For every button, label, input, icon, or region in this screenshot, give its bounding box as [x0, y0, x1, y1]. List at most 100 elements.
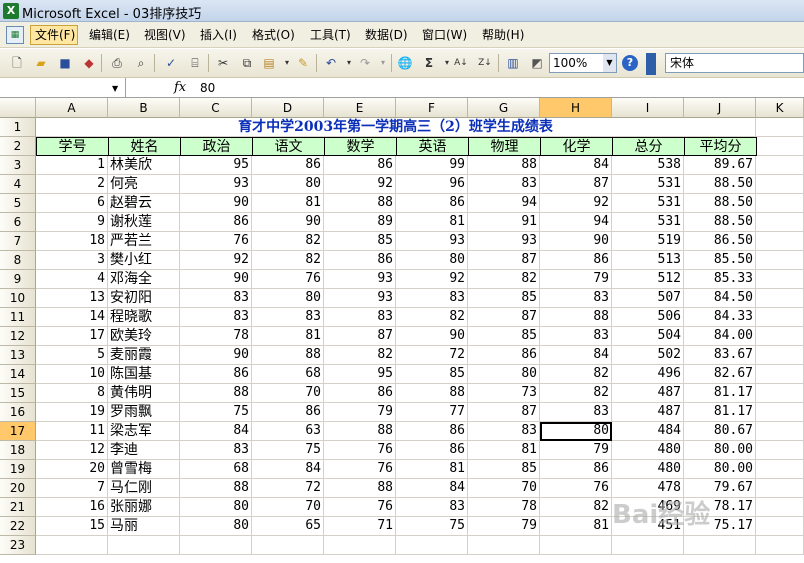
name-cell[interactable]: 程晓歌: [108, 308, 180, 327]
data-cell[interactable]: 502: [612, 346, 684, 365]
data-cell[interactable]: 86: [540, 460, 612, 479]
data-cell[interactable]: 80.00: [684, 460, 756, 479]
empty-cell[interactable]: [756, 498, 804, 517]
data-cell[interactable]: 79: [324, 403, 396, 422]
data-cell[interactable]: 83: [252, 308, 324, 327]
menu-help[interactable]: 帮助(H): [478, 25, 528, 45]
data-cell[interactable]: 92: [396, 270, 468, 289]
data-cell[interactable]: 86: [396, 422, 468, 441]
name-cell[interactable]: 麦丽霞: [108, 346, 180, 365]
spelling-icon[interactable]: ✓: [162, 54, 180, 72]
data-cell[interactable]: 86: [252, 156, 324, 175]
permission-icon[interactable]: ◆: [80, 54, 98, 72]
row-header-19[interactable]: 19: [0, 460, 36, 479]
empty-cell[interactable]: [756, 346, 804, 365]
row-header-9[interactable]: 9: [0, 270, 36, 289]
data-cell[interactable]: 90: [180, 194, 252, 213]
menu-data[interactable]: 数据(D): [361, 25, 412, 45]
data-cell[interactable]: 93: [396, 232, 468, 251]
data-cell[interactable]: 10: [36, 365, 108, 384]
column-header-f[interactable]: F: [396, 98, 468, 118]
name-cell[interactable]: 安初阳: [108, 289, 180, 308]
data-cell[interactable]: 487: [612, 384, 684, 403]
data-cell[interactable]: 18: [36, 232, 108, 251]
data-cell[interactable]: 4: [36, 270, 108, 289]
research-icon[interactable]: ⌸: [186, 54, 204, 72]
data-cell[interactable]: 80: [468, 365, 540, 384]
data-cell[interactable]: 72: [396, 346, 468, 365]
sheet-title-cell[interactable]: 育才中学2003年第一学期高三（2）班学生成绩表: [36, 118, 756, 137]
empty-cell[interactable]: [252, 536, 324, 555]
data-cell[interactable]: 87: [468, 403, 540, 422]
row-header-10[interactable]: 10: [0, 289, 36, 308]
data-cell[interactable]: 80: [396, 251, 468, 270]
row-header-4[interactable]: 4: [0, 175, 36, 194]
data-cell[interactable]: 2: [36, 175, 108, 194]
empty-cell[interactable]: [756, 175, 804, 194]
menu-edit[interactable]: 编辑(E): [85, 25, 134, 45]
data-cell[interactable]: 85: [468, 289, 540, 308]
name-cell[interactable]: 何亮: [108, 175, 180, 194]
data-cell[interactable]: 65: [252, 517, 324, 536]
data-cell[interactable]: 87: [540, 175, 612, 194]
data-cell[interactable]: 487: [612, 403, 684, 422]
data-cell[interactable]: 78: [180, 327, 252, 346]
data-cell[interactable]: 81.17: [684, 403, 756, 422]
data-cell[interactable]: 506: [612, 308, 684, 327]
data-cell[interactable]: 80: [180, 517, 252, 536]
copy-icon[interactable]: ⧉: [238, 54, 256, 72]
data-cell[interactable]: 88: [180, 384, 252, 403]
data-cell[interactable]: 84: [540, 156, 612, 175]
name-cell[interactable]: 邓海全: [108, 270, 180, 289]
data-cell[interactable]: 83: [468, 422, 540, 441]
data-cell[interactable]: 81: [540, 517, 612, 536]
data-cell[interactable]: 507: [612, 289, 684, 308]
data-cell[interactable]: 87: [468, 308, 540, 327]
data-cell[interactable]: 90: [396, 327, 468, 346]
data-cell[interactable]: 88: [324, 194, 396, 213]
data-cell[interactable]: 531: [612, 213, 684, 232]
formula-input[interactable]: 80: [200, 81, 215, 95]
column-header-g[interactable]: G: [468, 98, 540, 118]
data-cell[interactable]: 83: [540, 327, 612, 346]
data-cell[interactable]: 88: [180, 479, 252, 498]
data-cell[interactable]: 84: [180, 422, 252, 441]
data-cell[interactable]: 88: [468, 156, 540, 175]
data-cell[interactable]: 17: [36, 327, 108, 346]
name-cell[interactable]: 罗雨飘: [108, 403, 180, 422]
data-cell[interactable]: 90: [180, 346, 252, 365]
data-cell[interactable]: 79: [468, 517, 540, 536]
data-cell[interactable]: 89: [324, 213, 396, 232]
data-cell[interactable]: 86: [180, 365, 252, 384]
data-cell[interactable]: 7: [36, 479, 108, 498]
data-cell[interactable]: 13: [36, 289, 108, 308]
data-cell[interactable]: 81: [252, 327, 324, 346]
data-cell[interactable]: 89.67: [684, 156, 756, 175]
data-cell[interactable]: 68: [180, 460, 252, 479]
name-cell[interactable]: 曾雪梅: [108, 460, 180, 479]
name-cell[interactable]: 张丽娜: [108, 498, 180, 517]
data-cell[interactable]: 72: [252, 479, 324, 498]
row-header-22[interactable]: 22: [0, 517, 36, 536]
row-header-7[interactable]: 7: [0, 232, 36, 251]
empty-cell[interactable]: [36, 536, 108, 555]
name-cell[interactable]: 严若兰: [108, 232, 180, 251]
data-cell[interactable]: 76: [180, 232, 252, 251]
data-cell[interactable]: 90: [540, 232, 612, 251]
data-cell[interactable]: 85: [396, 365, 468, 384]
name-cell[interactable]: 樊小红: [108, 251, 180, 270]
data-cell[interactable]: 76: [540, 479, 612, 498]
sort-ascending-icon[interactable]: A↓: [452, 54, 470, 72]
data-cell[interactable]: 82: [324, 346, 396, 365]
data-cell[interactable]: 95: [180, 156, 252, 175]
row-header-23[interactable]: 23: [0, 536, 36, 555]
menu-format[interactable]: 格式(O): [248, 25, 299, 45]
data-cell[interactable]: 84.50: [684, 289, 756, 308]
worksheet-grid[interactable]: A B C D E F G H I J K 1 2 3 4 5 6 7 8 9 10 11 12 13 14 15 16 17 18 19…: [0, 98, 804, 563]
data-cell[interactable]: 75: [396, 517, 468, 536]
data-cell[interactable]: 11: [36, 422, 108, 441]
data-cell[interactable]: 1: [36, 156, 108, 175]
redo-icon[interactable]: ↷: [356, 54, 374, 72]
empty-cell[interactable]: [756, 365, 804, 384]
data-cell[interactable]: 519: [612, 232, 684, 251]
